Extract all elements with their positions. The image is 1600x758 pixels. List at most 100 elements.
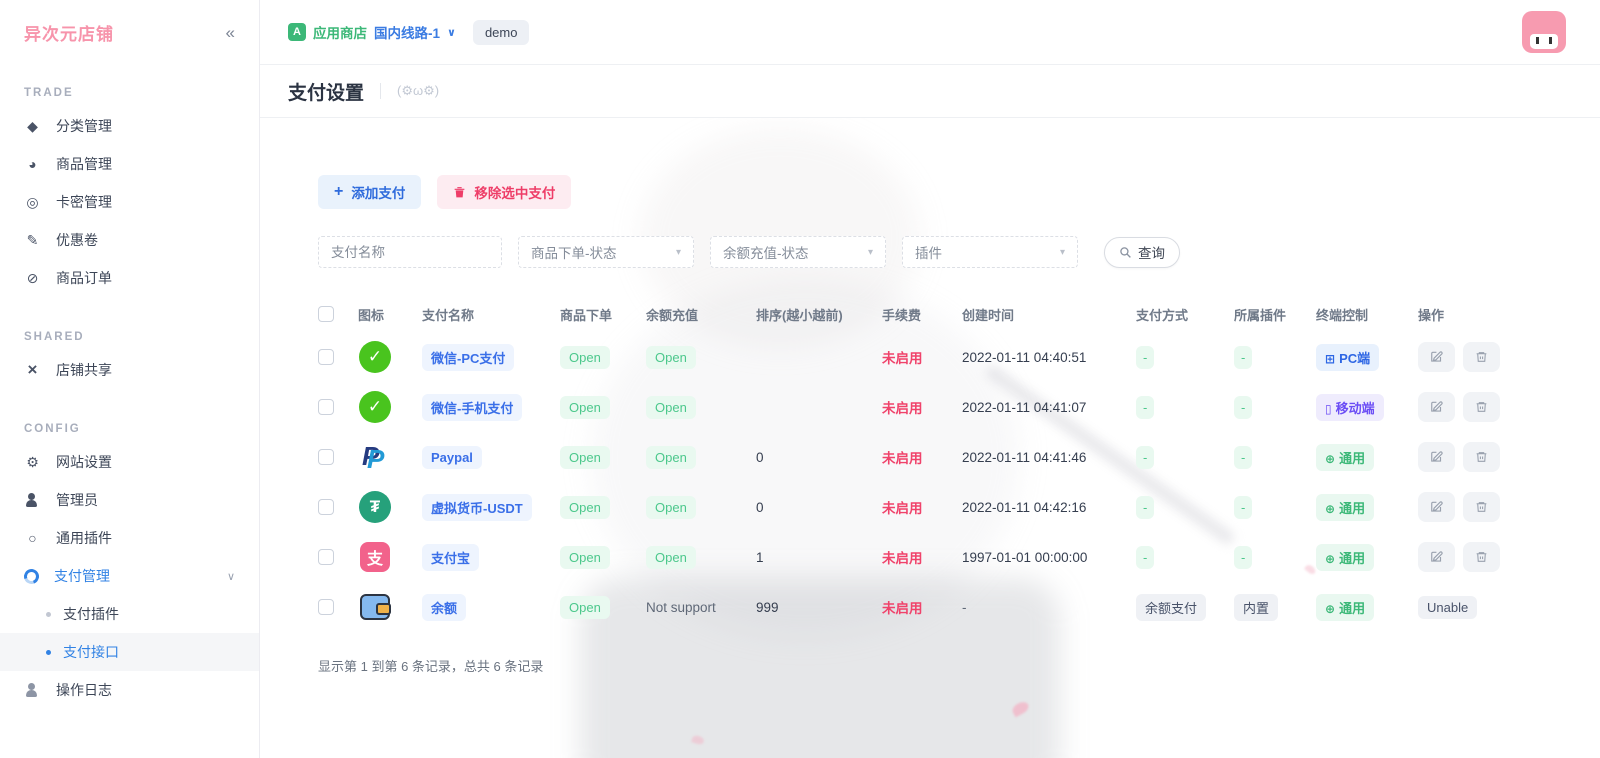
- table-row: ✓ 微信-手机支付 Open Open 未启用 2022-01-11 04:41…: [318, 382, 1570, 432]
- col-terminal: 终端控制: [1316, 305, 1418, 324]
- trash-icon: [1475, 550, 1488, 564]
- created-time: 1997-01-01 00:00:00: [962, 550, 1136, 565]
- app-store-label: 应用商店: [313, 22, 367, 42]
- created-time: 2022-01-11 04:41:46: [962, 450, 1136, 465]
- edit-button[interactable]: [1418, 342, 1455, 372]
- payment-name-input[interactable]: [318, 236, 502, 268]
- add-payment-button[interactable]: + 添加支付: [318, 175, 421, 209]
- sidebar-item-category[interactable]: ◆ 分类管理: [0, 107, 259, 145]
- col-method: 支付方式: [1136, 305, 1234, 324]
- terminal-badge-mobile: ▯移动端: [1316, 394, 1384, 421]
- windows-icon: ⊞: [1325, 352, 1335, 366]
- plugin-badge: 内置: [1234, 594, 1278, 621]
- sidebar-item-cardkey[interactable]: ◎ 卡密管理: [0, 183, 259, 221]
- fee-status: 未启用: [882, 447, 962, 467]
- col-plugin: 所属插件: [1234, 305, 1316, 324]
- order-status-badge: Open: [560, 496, 610, 519]
- add-payment-label: 添加支付: [351, 182, 405, 202]
- sidebar-item-payment-plugins[interactable]: 支付插件: [0, 595, 259, 633]
- table-row: ₮ 虚拟货币-USDT Open Open 0 未启用 2022-01-11 0…: [318, 482, 1570, 532]
- table-row: ✓ 微信-PC支付 Open Open 未启用 2022-01-11 04:40…: [318, 332, 1570, 382]
- share-icon: ×: [24, 360, 41, 380]
- row-checkbox[interactable]: [318, 399, 334, 415]
- delete-button[interactable]: [1463, 392, 1500, 422]
- sidebar-item-common-plugins[interactable]: ○ 通用插件: [0, 519, 259, 557]
- edit-button[interactable]: [1418, 492, 1455, 522]
- trash-icon: [1475, 450, 1488, 464]
- payment-name[interactable]: 余额: [422, 594, 466, 621]
- order-status-value: 商品下单-状态: [531, 242, 617, 262]
- edit-icon: [1430, 500, 1444, 514]
- sidebar-item-orders[interactable]: ⊘ 商品订单: [0, 259, 259, 297]
- sidebar-item-shop-share[interactable]: × 店铺共享: [0, 351, 259, 389]
- category-icon: ◆: [24, 118, 41, 135]
- payment-name[interactable]: 虚拟货币-USDT: [422, 494, 532, 521]
- store-selector[interactable]: A 应用商店 国内线路-1 ∨ demo: [288, 20, 529, 45]
- payment-name[interactable]: 微信-手机支付: [422, 394, 522, 421]
- sidebar-item-label: 通用插件: [56, 528, 112, 548]
- select-all-checkbox[interactable]: [318, 306, 334, 322]
- sidebar-item-site-settings[interactable]: ⚙ 网站设置: [0, 443, 259, 481]
- sidebar-item-goods[interactable]: ◕ 商品管理: [0, 145, 259, 183]
- edit-button[interactable]: [1418, 392, 1455, 422]
- gear-icon: ⚙: [24, 454, 41, 471]
- env-badge: demo: [473, 20, 530, 45]
- sidebar-collapse-icon[interactable]: «: [226, 23, 235, 43]
- row-checkbox[interactable]: [318, 499, 334, 515]
- wechat-pay-icon: ✓: [359, 341, 391, 373]
- row-checkbox[interactable]: [318, 599, 334, 615]
- recharge-status-text: Not support: [646, 600, 756, 615]
- delete-button[interactable]: [1463, 442, 1500, 472]
- sidebar-item-payment-interface[interactable]: 支付接口: [0, 633, 259, 671]
- sidebar-item-label: 支付插件: [63, 604, 119, 624]
- recharge-status-select[interactable]: 余额充值-状态 ▾: [710, 236, 886, 268]
- sidebar-item-admins[interactable]: 管理员: [0, 481, 259, 519]
- app-logo: 异次元店铺: [24, 20, 114, 45]
- payment-name[interactable]: Paypal: [422, 446, 482, 469]
- terminal-badge-universal: ⊕通用: [1316, 444, 1374, 471]
- topbar: A 应用商店 国内线路-1 ∨ demo: [260, 0, 1600, 65]
- payment-name[interactable]: 支付宝: [422, 544, 479, 571]
- sidebar-item-label: 商品订单: [56, 268, 112, 288]
- section-label-shared: SHARED: [24, 331, 235, 343]
- method-badge: 余额支付: [1136, 594, 1206, 621]
- trash-icon: [1475, 400, 1488, 414]
- sidebar-item-label: 网站设置: [56, 452, 112, 472]
- order-status-select[interactable]: 商品下单-状态 ▾: [518, 236, 694, 268]
- delete-button[interactable]: [1463, 492, 1500, 522]
- plugin-select[interactable]: 插件 ▾: [902, 236, 1078, 268]
- table-row: PP Paypal Open Open 0 未启用 2022-01-11 04:…: [318, 432, 1570, 482]
- order-status-badge: Open: [560, 596, 610, 619]
- wallet-icon: [360, 594, 390, 620]
- sidebar-item-label: 管理员: [56, 490, 98, 510]
- edit-button[interactable]: [1418, 542, 1455, 572]
- delete-button[interactable]: [1463, 542, 1500, 572]
- query-label: 查询: [1138, 242, 1165, 262]
- sort-value: 999: [756, 600, 882, 615]
- row-checkbox[interactable]: [318, 549, 334, 565]
- sidebar-item-label: 分类管理: [56, 116, 112, 136]
- plugin-badge: -: [1234, 396, 1252, 419]
- sidebar-item-coupon[interactable]: ✎ 优惠卷: [0, 221, 259, 259]
- fee-status: 未启用: [882, 597, 962, 617]
- delete-button[interactable]: [1463, 342, 1500, 372]
- sidebar-item-label: 优惠卷: [56, 230, 98, 250]
- edit-icon: [1430, 400, 1444, 414]
- recharge-status-badge: Open: [646, 496, 696, 519]
- sort-value: 0: [756, 500, 882, 515]
- query-button[interactable]: 查询: [1104, 237, 1180, 268]
- sidebar-item-payment-management[interactable]: 支付管理 ∨: [0, 557, 259, 595]
- col-icon: 图标: [358, 305, 422, 324]
- user-avatar[interactable]: [1522, 11, 1566, 53]
- remove-selected-button[interactable]: 移除选中支付: [437, 175, 571, 209]
- edit-button[interactable]: [1418, 442, 1455, 472]
- payment-name[interactable]: 微信-PC支付: [422, 344, 514, 371]
- fee-status: 未启用: [882, 397, 962, 417]
- row-checkbox[interactable]: [318, 349, 334, 365]
- trash-icon: [453, 185, 466, 199]
- sidebar-item-operation-logs[interactable]: 操作日志: [0, 671, 259, 709]
- created-time: 2022-01-11 04:42:16: [962, 500, 1136, 515]
- globe-icon: ⊕: [1325, 452, 1335, 466]
- terminal-badge-universal: ⊕通用: [1316, 594, 1374, 621]
- row-checkbox[interactable]: [318, 449, 334, 465]
